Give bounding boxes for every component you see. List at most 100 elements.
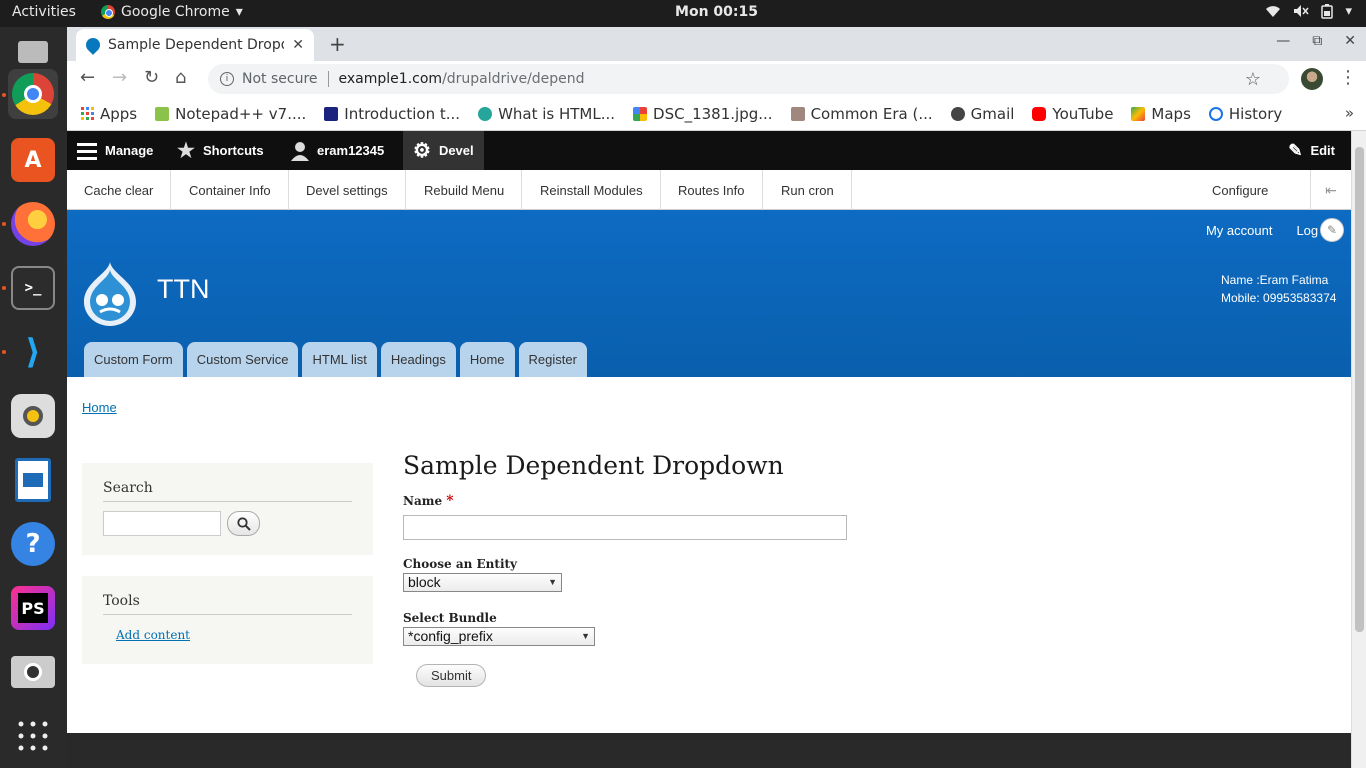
nav-register[interactable]: Register — [518, 342, 587, 377]
writer-icon — [15, 458, 51, 502]
page-viewport: Manage ★ Shortcuts eram12345 ⚙ Devel ✎ E… — [67, 131, 1351, 768]
show-applications[interactable] — [8, 711, 58, 761]
chrome-icon — [12, 73, 54, 115]
tray-routes-info[interactable]: Routes Info — [661, 170, 763, 210]
phpstorm-icon: PS — [11, 586, 55, 630]
battery-icon — [1321, 4, 1334, 19]
add-content-link[interactable]: Add content — [116, 628, 190, 642]
toolbar-user[interactable]: eram12345 — [281, 131, 394, 170]
chrome-menu-icon[interactable]: ⋮ — [1339, 67, 1357, 88]
pencil-icon[interactable]: ✎ — [1320, 218, 1344, 242]
search-button[interactable] — [227, 511, 260, 536]
dock-chrome[interactable] — [8, 69, 58, 119]
toolbar-manage[interactable]: Manage — [67, 131, 163, 170]
profile-avatar[interactable] — [1301, 68, 1323, 90]
clock[interactable]: Mon 00:15 — [0, 4, 1366, 20]
tray-run-cron[interactable]: Run cron — [764, 170, 852, 210]
bookmark-dsc[interactable]: DSC_1381.jpg... — [633, 105, 773, 123]
url-host: example1.com — [338, 71, 443, 87]
nav-custom-service[interactable]: Custom Service — [186, 342, 299, 377]
drupal-logo[interactable] — [82, 260, 138, 326]
bundle-select[interactable]: *config_prefix ▼ — [403, 627, 595, 646]
dock-software[interactable]: A — [8, 135, 58, 185]
bookmark-apps[interactable]: Apps — [81, 105, 137, 123]
bookmark-what-is-html[interactable]: What is HTML... — [478, 105, 615, 123]
minimize-button[interactable]: — — [1276, 33, 1290, 49]
system-tray[interactable]: ▾ — [1265, 4, 1352, 19]
dock-vscode[interactable]: ⟩ — [8, 327, 58, 377]
maximize-button[interactable]: ⧉ — [1312, 33, 1322, 49]
breadcrumb[interactable]: Home — [82, 400, 117, 415]
bookmark-gmail[interactable]: Gmail — [950, 105, 1014, 123]
site-name[interactable]: TTN — [157, 274, 209, 305]
tray-rebuild-menu[interactable]: Rebuild Menu — [407, 170, 523, 210]
tray-configure[interactable]: Configure — [1195, 170, 1285, 210]
search-form — [103, 511, 352, 536]
tray-reinstall-modules[interactable]: Reinstall Modules — [523, 170, 661, 210]
bookmark-star-icon[interactable]: ☆ — [1245, 69, 1261, 90]
tray-cache-clear[interactable]: Cache clear — [67, 170, 172, 210]
url-path: /drupaldrive/depend — [442, 71, 585, 87]
name-field[interactable] — [403, 515, 847, 540]
address-bar[interactable]: i Not secure example1.com/drupaldrive/de… — [208, 64, 1289, 94]
submit-button[interactable]: Submit — [416, 664, 487, 687]
bookmark-label: DSC_1381.jpg... — [653, 104, 773, 123]
name-label-text: Name — [403, 494, 443, 508]
page-scrollbar[interactable] — [1351, 131, 1366, 768]
bookmark-label: What is HTML... — [498, 104, 616, 123]
chevron-down-icon: ▾ — [1345, 4, 1352, 19]
scrollbar-thumb[interactable] — [1355, 147, 1364, 632]
bookmark-history[interactable]: History — [1208, 105, 1282, 123]
bookmark-maps[interactable]: Maps — [1131, 105, 1191, 123]
pencil-icon: ✎ — [1288, 140, 1303, 160]
history-icon — [1208, 106, 1223, 121]
dock-writer[interactable] — [8, 455, 58, 505]
running-indicator — [2, 93, 6, 97]
toolbar-devel[interactable]: ⚙ Devel — [403, 131, 484, 170]
tab-title: Sample Dependent Dropdo — [108, 37, 285, 53]
reload-button[interactable]: ↻ — [144, 67, 159, 88]
dock-camera[interactable] — [8, 647, 58, 697]
dock-phpstorm[interactable]: PS — [8, 583, 58, 633]
system-top-bar: Activities Google Chrome ▾ Mon 00:15 ▾ — [0, 0, 1366, 27]
new-tab-button[interactable]: + — [329, 32, 346, 56]
tray-devel-settings[interactable]: Devel settings — [289, 170, 406, 210]
drupal-favicon-icon — [83, 35, 103, 55]
collapse-tray-icon[interactable]: ⇤ — [1310, 170, 1351, 210]
dock-rhythmbox[interactable] — [8, 391, 58, 441]
tray-container-info[interactable]: Container Info — [172, 170, 289, 210]
browser-tab[interactable]: Sample Dependent Dropdo ✕ — [76, 29, 314, 61]
devel-tray: Cache clear Container Info Devel setting… — [67, 170, 1351, 210]
entity-select[interactable]: block ▼ — [403, 573, 562, 592]
bookmark-common-era[interactable]: Common Era (... — [790, 105, 933, 123]
site-header: My account Log o ✎ TTN Name :Eram Fatima… — [67, 210, 1351, 377]
search-input[interactable] — [103, 511, 221, 536]
close-window-button[interactable]: ✕ — [1344, 33, 1356, 49]
bookmark-introduction[interactable]: Introduction t... — [324, 105, 460, 123]
software-center-icon: A — [11, 138, 55, 182]
close-icon[interactable]: ✕ — [292, 37, 304, 53]
my-account-link[interactable]: My account — [1206, 223, 1272, 238]
name-label: Name * — [403, 493, 454, 509]
bookmark-label: Introduction t... — [344, 104, 461, 123]
page-footer — [67, 733, 1351, 768]
nav-html-list[interactable]: HTML list — [302, 342, 377, 377]
nav-custom-form[interactable]: Custom Form — [84, 342, 183, 377]
toolbar-shortcuts[interactable]: ★ Shortcuts — [167, 131, 274, 170]
dock-help[interactable]: ? — [8, 519, 58, 569]
bookmark-youtube[interactable]: YouTube — [1032, 105, 1113, 123]
bundle-label: Select Bundle — [403, 611, 497, 625]
info-icon[interactable]: i — [220, 72, 234, 86]
bookmark-notepad[interactable]: Notepad++ v7.... — [155, 105, 306, 123]
dock-firefox[interactable] — [8, 199, 58, 249]
youtube-icon — [1032, 106, 1047, 121]
nav-headings[interactable]: Headings — [380, 342, 456, 377]
more-bookmarks-button[interactable]: » — [1345, 104, 1354, 122]
back-button[interactable]: ← — [80, 67, 95, 88]
nav-home[interactable]: Home — [459, 342, 515, 377]
toolbar-edit[interactable]: ✎ Edit — [1288, 131, 1335, 170]
home-button[interactable]: ⌂ — [175, 67, 186, 88]
forward-button[interactable]: → — [112, 67, 127, 88]
dock-terminal[interactable]: >_ — [8, 263, 58, 313]
site-favicon-icon — [324, 106, 339, 121]
